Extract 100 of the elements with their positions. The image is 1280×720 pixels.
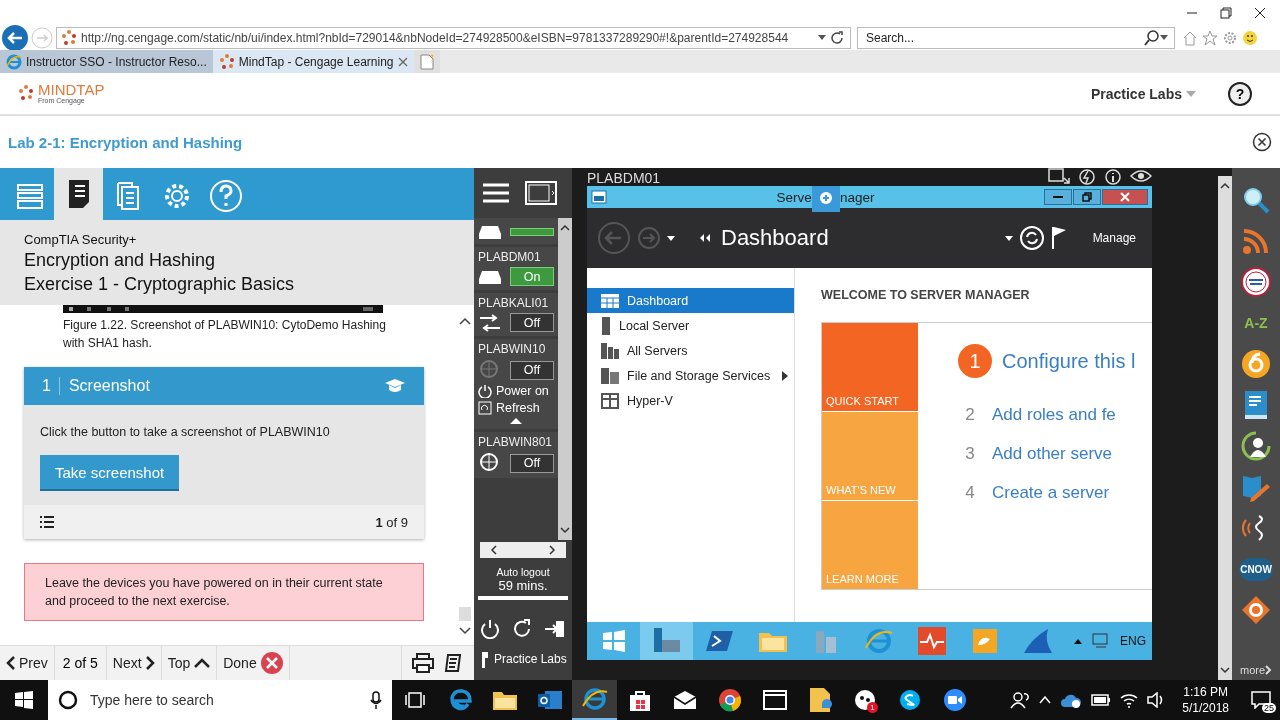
caret-up-icon[interactable] [1039,696,1052,704]
chevron-up-icon[interactable] [1220,182,1230,189]
list-icon[interactable] [40,516,54,528]
dropdown-icon[interactable] [818,35,826,40]
nav-item[interactable]: Hyper-V [587,388,794,413]
browser-tab[interactable]: MindTap - Cengage Learning [212,50,414,73]
restart-icon[interactable] [512,619,532,639]
power-toggle[interactable]: Off [510,313,554,332]
people-icon[interactable] [1010,691,1031,709]
caret-up-icon[interactable] [1074,638,1082,644]
disc-icon[interactable] [1241,349,1271,379]
envelope-icon[interactable] [672,690,697,710]
screen-icon[interactable] [524,181,557,205]
help-button[interactable]: ? [1228,81,1252,106]
pin-button[interactable] [811,186,840,212]
cnow-tool[interactable]: CNOW [1239,557,1273,581]
rss-icon[interactable] [1242,227,1270,255]
dropdown-icon[interactable] [667,235,675,241]
printer-icon[interactable] [412,653,434,673]
chevron-up-icon[interactable] [459,317,471,325]
search-icon[interactable] [1242,186,1270,214]
chevron-down-icon[interactable] [459,627,471,635]
menu-icon[interactable] [481,182,510,204]
task-view-icon[interactable] [403,691,426,709]
eye-icon[interactable] [1130,168,1152,184]
step-link[interactable]: Add roles and fe [992,404,1116,425]
a-z-tool[interactable]: A-Z [1240,307,1272,339]
horizontal-scrollbar[interactable] [480,542,566,558]
dropdown-icon[interactable] [1004,235,1013,241]
home-icon[interactable] [1182,29,1198,46]
window-icon[interactable] [762,690,787,710]
chevron-down-icon[interactable] [560,527,570,534]
taskbar-search-box[interactable]: Type here to search [48,680,392,720]
nav-item[interactable]: All Servers [587,338,794,363]
flag-icon[interactable] [1050,226,1067,250]
file-folder-icon[interactable] [807,687,832,713]
star-icon[interactable] [1202,29,1218,46]
close-button[interactable] [1102,189,1148,205]
dictionary-icon[interactable] [1241,267,1271,297]
step-link[interactable]: Configure this l [1002,349,1136,373]
fit-screen-icon[interactable] [1048,168,1070,184]
info-icon[interactable] [1104,168,1122,186]
caret-up-icon[interactable] [509,417,523,425]
scroll-icon[interactable] [444,653,464,673]
dropdown-icon[interactable] [1160,35,1168,40]
shopping-bag-icon[interactable] [627,688,652,712]
search-box[interactable]: Search... [857,26,1175,49]
nav-item[interactable]: Dashboard [587,288,794,313]
scrollbar-thumb[interactable] [459,607,471,621]
microphone-icon[interactable] [370,691,382,709]
windows-logo-icon[interactable] [15,691,33,709]
video-camera-icon[interactable] [942,688,967,712]
power-toggle[interactable] [510,228,554,236]
browser-icon[interactable] [581,686,608,712]
more-link[interactable]: more [1239,664,1273,676]
browser-e-icon[interactable] [447,688,472,712]
power-toggle[interactable]: Off [510,453,554,473]
chevron-up-icon[interactable] [560,224,570,231]
back-icon[interactable] [2,24,28,51]
nav-item[interactable]: Local Server [587,313,794,338]
search-icon[interactable] [1144,29,1160,46]
minimize-button[interactable] [1044,189,1072,205]
restore-button[interactable] [1073,189,1101,205]
toolbar-tab[interactable] [54,168,103,220]
smiley-icon[interactable] [1242,29,1258,46]
power-toggle[interactable]: Off [510,360,554,380]
address-bar[interactable]: http://ng.cengage.com/static/nb/ui/index.html?nbId=729014&nbNodeId=274928500&eISBN=9781337289290#!&parentId=274928544 [56,26,851,49]
settings-icon[interactable] [1222,29,1238,46]
restore-icon[interactable] [1220,6,1232,19]
language-indicator[interactable]: ENG [1120,634,1146,648]
chevron-down-icon[interactable] [1220,667,1230,674]
compass-badge-icon[interactable] [1241,595,1271,625]
refresh-button[interactable]: Refresh [478,401,540,415]
chat-app-icon[interactable] [852,688,877,712]
step-link[interactable]: Add other serve [992,443,1112,464]
person-icon[interactable] [1241,431,1271,461]
cloud-icon[interactable] [1060,692,1083,708]
taskbar-app[interactable] [640,622,693,660]
plus-circle-icon [818,191,833,205]
browser-tab[interactable]: Instructor SSO - Instructor Reso... [0,50,213,73]
power-toggle[interactable]: On [510,267,554,286]
close-circle-icon[interactable] [1252,132,1272,152]
battery-icon[interactable] [1091,694,1112,706]
chrome-logo-icon[interactable] [717,688,742,712]
book-icon[interactable] [1243,390,1269,420]
mail-app-icon[interactable] [536,688,563,712]
dots-logo-icon [18,85,34,102]
folder-icon[interactable] [491,689,518,711]
nav-item[interactable]: File and Storage Services [587,363,794,388]
power-circle-icon[interactable] [1078,168,1096,186]
refresh-icon[interactable] [830,30,844,45]
step-link[interactable]: Create a server [992,482,1110,503]
power-icon[interactable] [480,619,500,639]
close-icon[interactable] [1254,6,1266,19]
power-on-button[interactable]: Power on [478,384,549,398]
practice-labs-menu[interactable]: Practice Labs [1084,84,1202,103]
chat-bubble-s-icon[interactable] [897,688,922,712]
manage-menu[interactable]: Manage [1086,230,1142,246]
wifi-icon[interactable] [1120,692,1139,708]
exit-icon[interactable] [544,619,566,639]
